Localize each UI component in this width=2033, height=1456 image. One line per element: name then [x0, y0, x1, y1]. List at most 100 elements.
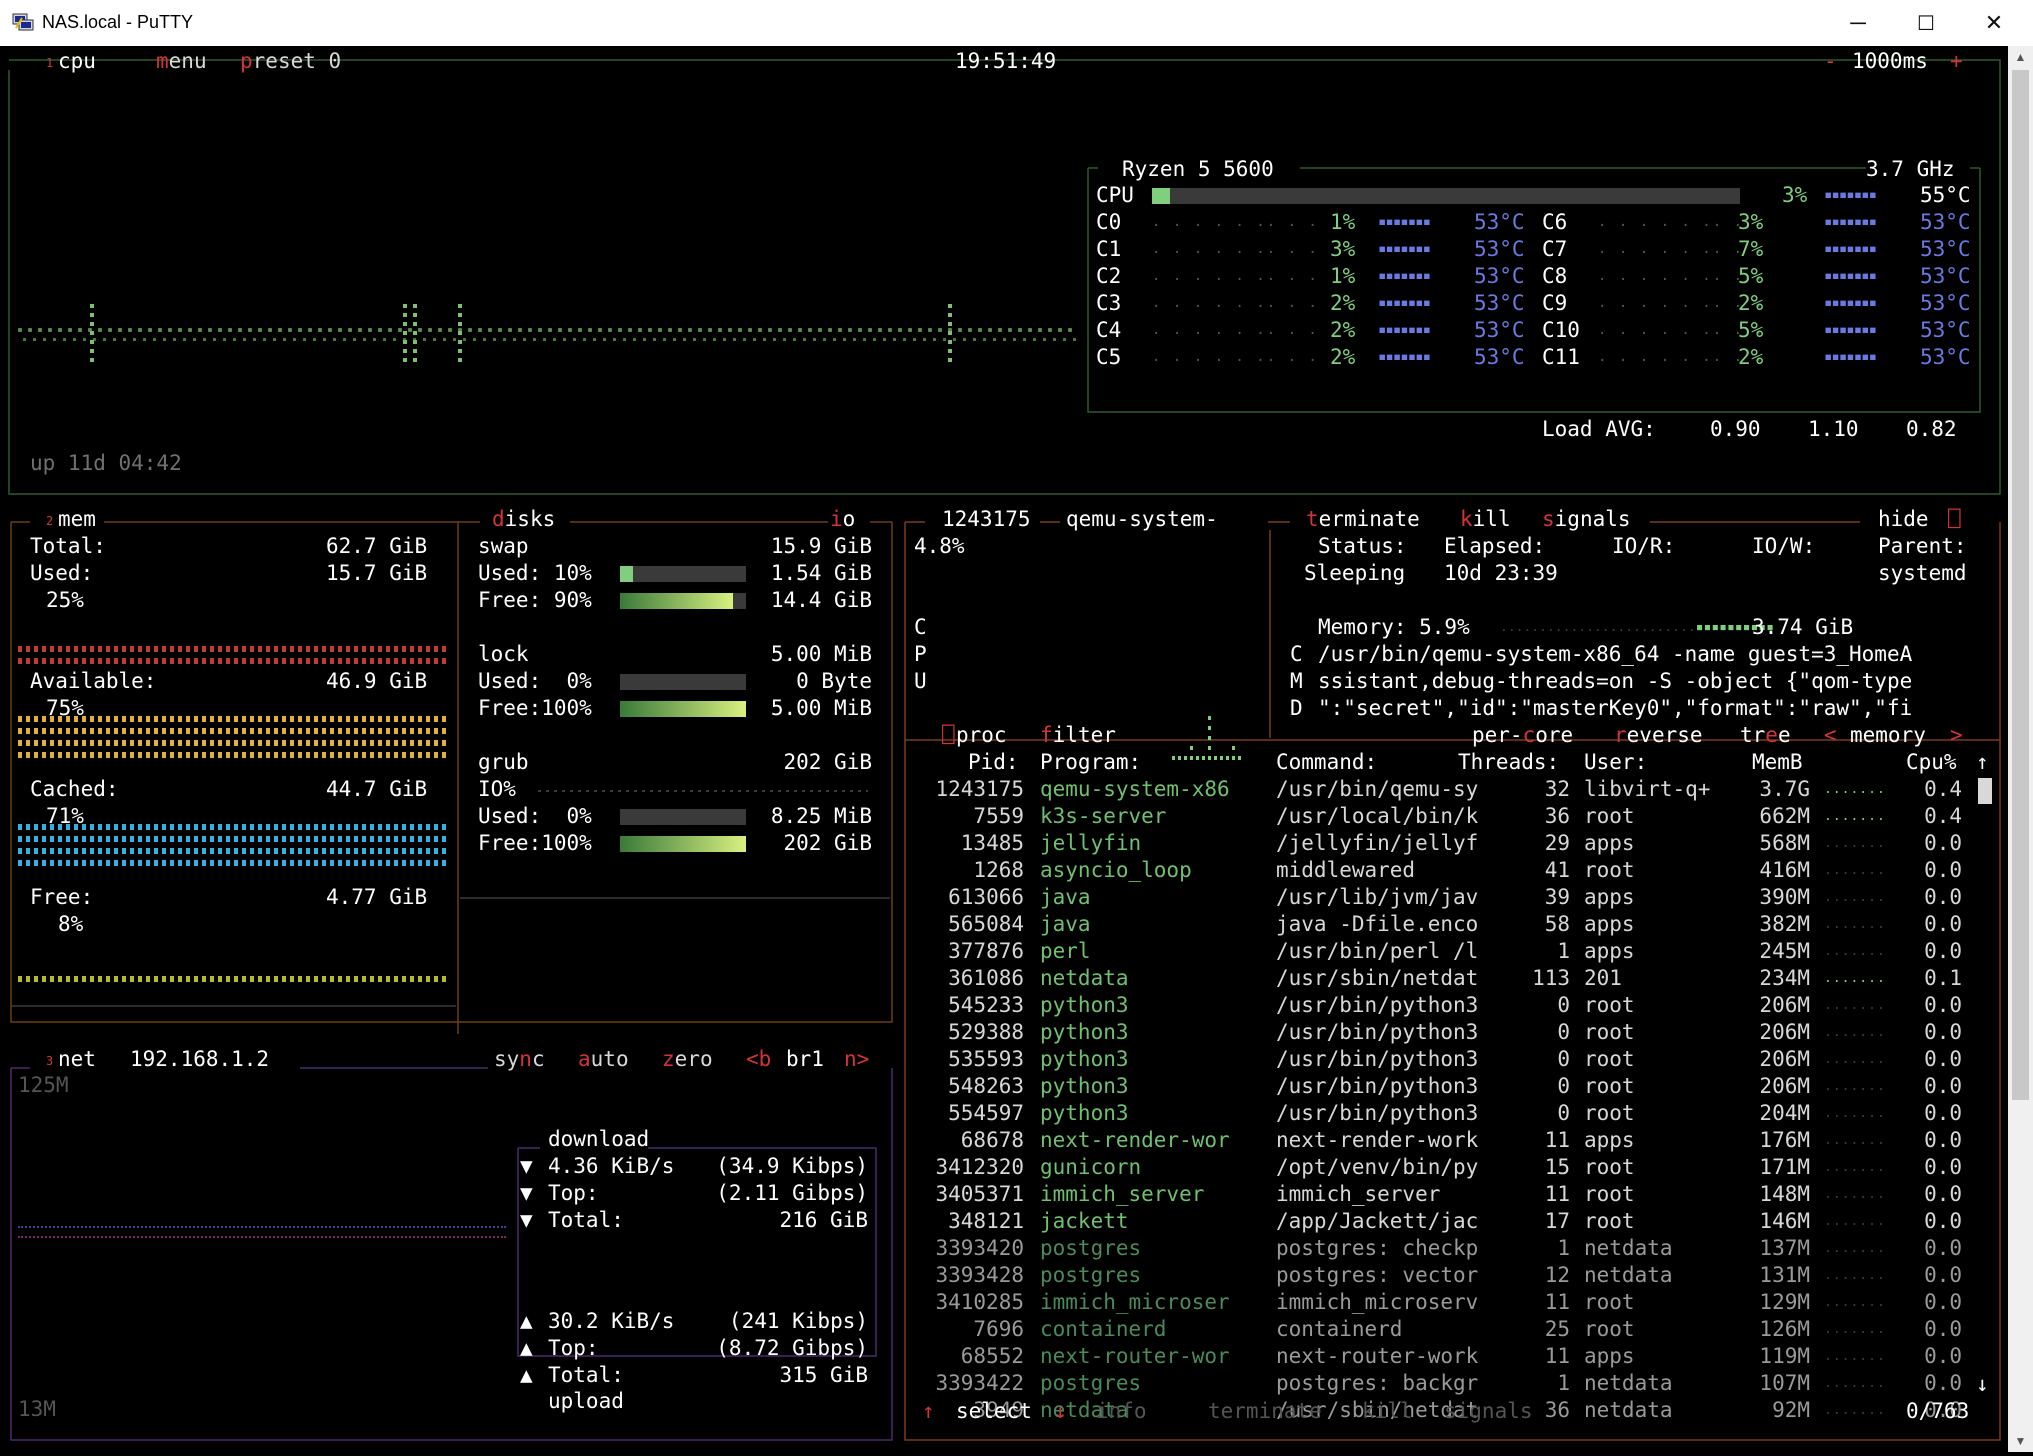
menu-button[interactable]: menu [156, 48, 207, 75]
proc-cell-cpu-graph: ....... [1824, 1160, 1886, 1175]
cpu-graph-dot [1058, 328, 1062, 332]
maximize-icon: ☐ [1917, 12, 1935, 35]
footer-select[interactable]: select [956, 1398, 1032, 1425]
cpu-graph-dot [308, 328, 312, 332]
col-header-threads[interactable]: Threads: [1458, 749, 1559, 776]
net-sync-button[interactable]: sync [494, 1046, 545, 1073]
cpu-graph-dot [733, 338, 736, 341]
proc-cell-pid: 3412320 [935, 1155, 1024, 1179]
cpu-graph-dot [118, 328, 122, 332]
proc-cell-cpu-graph: ....... [1824, 890, 1886, 905]
interval-decrease-button[interactable]: - [1824, 48, 1837, 75]
footer-info[interactable]: info [1096, 1398, 1147, 1425]
cpu-graph-dot [968, 328, 972, 332]
tab-proc[interactable]: proc [956, 722, 1007, 749]
kill-button[interactable]: kill [1460, 506, 1511, 533]
signals-button[interactable]: signals [1542, 506, 1631, 533]
cpu-graph-dot [798, 328, 802, 332]
tab-io[interactable]: io [830, 506, 855, 533]
sort-next-button[interactable]: > [1950, 722, 1963, 749]
sort-prev-button[interactable]: < [1824, 722, 1837, 749]
proc-cell-user: root [1584, 1182, 1635, 1206]
cpu-graph-dot [163, 338, 166, 341]
cpu-graph-dot [708, 328, 712, 332]
col-header-user[interactable]: User: [1584, 749, 1647, 776]
proc-cell-cpu: 0.0 [1924, 1020, 1962, 1044]
filter-label: ilter [1052, 723, 1116, 747]
proc-cell-cpu-graph: ....... [1824, 1376, 1886, 1391]
col-header-memb[interactable]: MemB [1752, 749, 1803, 776]
scroll-down-arrow-icon[interactable]: ▼ [2008, 1430, 2033, 1452]
col-header-pid[interactable]: Pid: [968, 749, 1019, 776]
proc-cell-command: postgres: checkp [1276, 1236, 1479, 1260]
proc-cell-cpu: 0.0 [1924, 1263, 1962, 1287]
net-auto-button[interactable]: auto [578, 1046, 629, 1073]
sort-field[interactable]: memory [1850, 722, 1926, 749]
disk-io-graph [538, 790, 868, 792]
cpu-graph-dot [793, 338, 796, 341]
hide-close-icon[interactable]: ⎕ [1948, 506, 1961, 533]
scroll-up-arrow-icon[interactable]: ▲ [2008, 46, 2033, 68]
proc-cell-threads: 11 [1544, 1182, 1570, 1206]
footer-down-icon[interactable]: ↓ [1054, 1398, 1067, 1425]
menu-label: enu [168, 49, 207, 73]
tab-mem[interactable]: mem [58, 506, 96, 533]
proc-cell-pid: 1243175 [935, 777, 1024, 801]
proc-cell-pid: 13485 [960, 831, 1024, 855]
interval-increase-button[interactable]: + [1950, 48, 1963, 75]
footer-signals[interactable]: signals [1444, 1398, 1533, 1425]
col-header-cpu[interactable]: Cpu% [1906, 749, 1957, 776]
proc-cell-cpu-graph: ....... [1824, 1322, 1886, 1337]
cpu-core-percent: 3% [1330, 237, 1356, 261]
filter-button[interactable]: filter [1040, 722, 1116, 749]
cpu-graph-spike [90, 358, 94, 362]
proc-cell-user: libvirt-q+ [1584, 777, 1711, 801]
per-core-toggle[interactable]: per-core [1472, 722, 1573, 749]
minimize-button[interactable]: ─ [1829, 0, 1887, 46]
cpu-graph-dot [758, 328, 762, 332]
footer-up-icon[interactable]: ↑ [922, 1398, 935, 1425]
tree-toggle[interactable]: tree [1740, 722, 1791, 749]
maximize-button[interactable]: ☐ [1897, 0, 1955, 46]
tab-cpu[interactable]: cpu [58, 48, 96, 75]
cpu-graph-dot [558, 328, 562, 332]
proc-cell-command: /usr/bin/python3 [1276, 1074, 1479, 1098]
detail-parent-value: systemd [1878, 561, 1967, 585]
cpu-graph-dot [363, 338, 366, 341]
proc-cell-user: root [1584, 993, 1635, 1017]
window-scrollbar-thumb[interactable] [2012, 70, 2029, 1100]
proc-scroll-down-icon[interactable]: ↓ [1976, 1371, 1989, 1398]
col-header-command[interactable]: Command: [1276, 749, 1377, 776]
cpu-core-label: C11 [1542, 345, 1580, 369]
net-stat-value: 315 GiB [779, 1363, 868, 1387]
window-scrollbar[interactable]: ▲ ▼ [2008, 46, 2033, 1452]
terminate-button[interactable]: terminate [1306, 506, 1420, 533]
net-next-interface-button[interactable]: n> [844, 1046, 869, 1073]
terminal-text-layer: 1 cpu menu preset 0 19:51:49 - 1000ms + … [0, 46, 2008, 1452]
tab-net[interactable]: net [58, 1046, 96, 1073]
proc-cell-user: root [1584, 858, 1635, 882]
close-button[interactable]: ✕ [1965, 0, 2023, 46]
net-prev-interface-button[interactable]: <b [746, 1046, 771, 1073]
preset-button[interactable]: preset 0 [240, 48, 341, 75]
proc-scroll-up-icon[interactable]: ↑ [1976, 749, 1989, 776]
detail-graph-dot [1202, 756, 1205, 760]
cpu-core-graph: . . . . . .. . . [1152, 295, 1319, 311]
proc-cell-pid: 3393422 [935, 1371, 1024, 1395]
window-titlebar[interactable]: NAS.local - PuTTY ─ ☐ ✕ [0, 0, 2033, 47]
footer-terminate[interactable]: terminate [1208, 1398, 1322, 1425]
proc-cell-cpu: 0.0 [1924, 1182, 1962, 1206]
footer-kill[interactable]: kill [1362, 1398, 1413, 1425]
proc-cell-mem: 206M [1759, 993, 1810, 1017]
window-title: NAS.local - PuTTY [42, 12, 194, 32]
reverse-toggle[interactable]: reverse [1614, 722, 1703, 749]
cpu-graph-spike [413, 358, 417, 362]
proc-cell-program: postgres [1040, 1236, 1142, 1260]
hide-button[interactable]: hide [1878, 506, 1929, 533]
tab-disks[interactable]: disks [492, 506, 555, 533]
per-core-label-a: per- [1472, 723, 1523, 747]
terminal-area[interactable]: 1 cpu menu preset 0 19:51:49 - 1000ms + … [0, 46, 2008, 1452]
net-zero-button[interactable]: zero [662, 1046, 713, 1073]
col-header-program[interactable]: Program: [1040, 749, 1141, 776]
proc-scroll-thumb[interactable] [1978, 778, 1992, 804]
